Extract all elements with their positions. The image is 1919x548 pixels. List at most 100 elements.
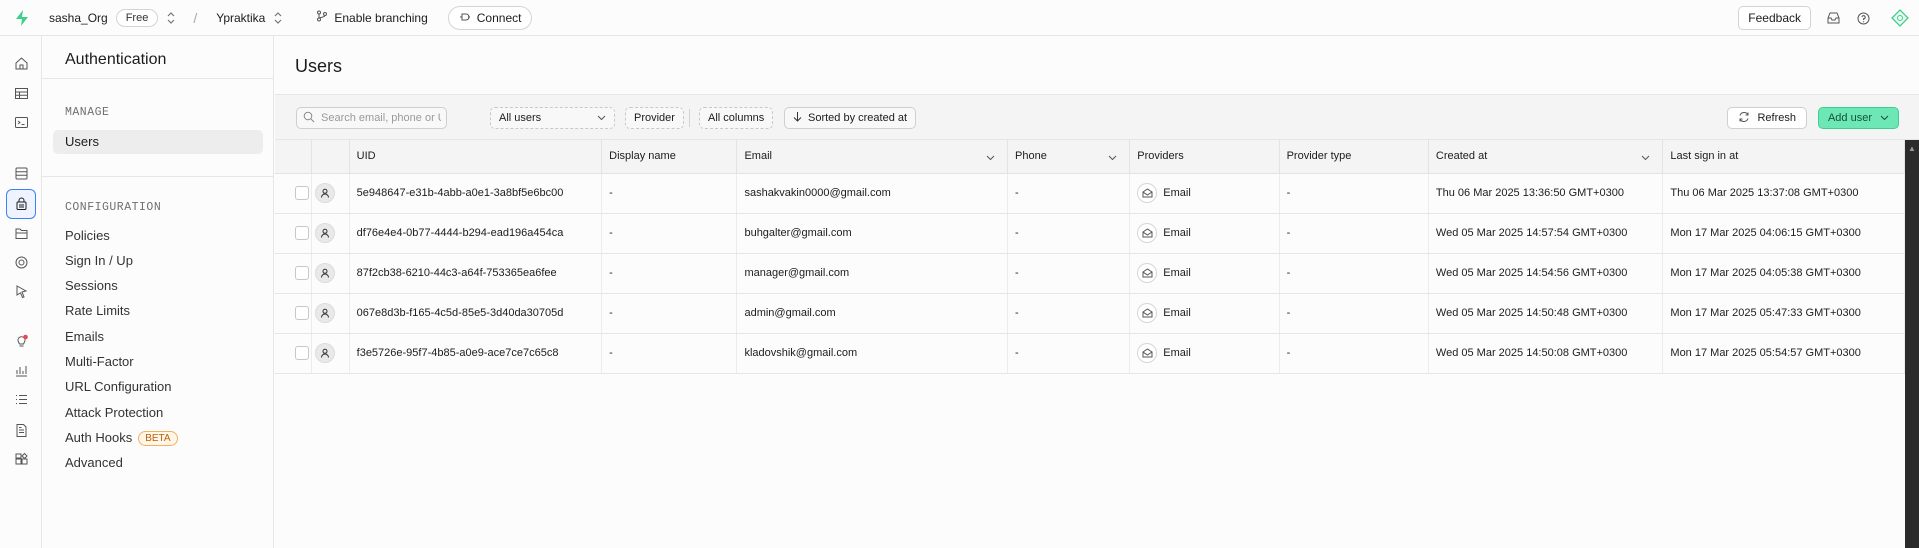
column-header-providers[interactable]: Providers <box>1129 140 1280 174</box>
storage-icon[interactable] <box>12 224 30 242</box>
advisors-icon[interactable] <box>12 332 30 350</box>
sidebar-item-sign-in-up[interactable]: Sign In / Up <box>65 253 133 268</box>
sort-button[interactable]: Sorted by created at <box>784 107 917 129</box>
user-avatar-icon <box>314 303 335 323</box>
phone-header-label: Phone <box>1015 150 1047 163</box>
beta-badge: BETA <box>138 431 178 446</box>
cell-uid[interactable]: df76e4e4-0b77-4444-b294-ead196a454ca <box>349 213 603 254</box>
user-avatar-icon[interactable] <box>1891 9 1909 27</box>
row-checkbox[interactable] <box>295 226 309 240</box>
page-title: Users <box>295 56 343 76</box>
cell-uid[interactable]: 87f2cb38-6210-44c3-a64f-753365ea6fee <box>349 253 603 294</box>
cell-email[interactable]: buhgalter@gmail.com <box>736 213 1009 254</box>
column-header-uid[interactable]: UID <box>349 140 603 174</box>
top-bar: sasha_Org Free / Ypraktika Enable branch… <box>0 0 1919 36</box>
supabase-logo-icon[interactable] <box>10 6 34 30</box>
edge-functions-icon[interactable] <box>12 282 30 300</box>
cell-email[interactable]: sashakvakin0000@gmail.com <box>736 173 1009 214</box>
api-docs-icon[interactable] <box>12 421 30 439</box>
cell-uid[interactable]: f3e5726e-95f7-4b85-a0e9-ace7ce7c65c8 <box>349 333 603 374</box>
row-checkbox[interactable] <box>295 306 309 320</box>
search-input[interactable] <box>321 112 441 124</box>
home-icon[interactable] <box>12 54 30 72</box>
cell-provider-type: - <box>1279 173 1429 214</box>
auth-side-panel: Authentication MANAGE Users CONFIGURATIO… <box>42 36 274 548</box>
sidebar-item-policies[interactable]: Policies <box>65 228 110 243</box>
column-header-phone[interactable]: Phone <box>1007 140 1131 174</box>
table-editor-icon[interactable] <box>12 84 30 102</box>
cell-email[interactable]: manager@gmail.com <box>736 253 1009 294</box>
row-checkbox[interactable] <box>295 266 309 280</box>
cell-phone: - <box>1007 213 1131 254</box>
logs-icon[interactable] <box>12 390 30 408</box>
sidebar-item-advanced[interactable]: Advanced <box>65 455 123 470</box>
refresh-button[interactable]: Refresh <box>1727 107 1807 129</box>
cell-providers: Email <box>1129 333 1280 374</box>
realtime-icon[interactable] <box>12 253 30 271</box>
sidebar-item-emails[interactable]: Emails <box>65 329 104 344</box>
feedback-button[interactable]: Feedback <box>1738 6 1811 30</box>
org-name[interactable]: sasha_Org <box>49 11 108 25</box>
cell-uid[interactable]: 067e8d3b-f165-4c5d-85e5-3d40da30705d <box>349 293 603 334</box>
sidebar-item-rate-limits[interactable]: Rate Limits <box>65 303 130 318</box>
project-name[interactable]: Ypraktika <box>216 11 265 25</box>
chevron-down-icon[interactable] <box>1641 152 1650 164</box>
cell-providers: Email <box>1129 293 1280 334</box>
table-row[interactable]: 067e8d3b-f165-4c5d-85e5-3d40da30705d - a… <box>275 293 1905 334</box>
table-row[interactable]: 5e948647-e31b-4abb-a0e1-3a8bf5e6bc00 - s… <box>275 173 1905 214</box>
columns-button[interactable]: All columns <box>699 107 774 129</box>
search-box[interactable] <box>296 107 447 129</box>
org-switcher-icon[interactable] <box>167 11 175 24</box>
table-row[interactable]: 87f2cb38-6210-44c3-a64f-753365ea6fee - m… <box>275 253 1905 294</box>
project-switcher-icon[interactable] <box>274 11 282 24</box>
cell-phone: - <box>1007 293 1131 334</box>
inbox-icon[interactable] <box>1825 10 1841 26</box>
cell-providers: Email <box>1129 213 1280 254</box>
row-select-cell <box>275 173 312 214</box>
users-table: UID Display name Email Phone Providers P… <box>275 140 1905 374</box>
scroll-up-icon[interactable]: ▲ <box>1908 144 1916 153</box>
database-icon[interactable] <box>12 164 30 182</box>
sidebar-item-url-configuration[interactable]: URL Configuration <box>65 379 171 394</box>
add-user-button[interactable]: Add user <box>1817 107 1899 129</box>
chevron-down-icon[interactable] <box>986 152 995 164</box>
cell-last-sign-in: Mon 17 Mar 2025 04:05:38 GMT+0300 <box>1662 253 1905 294</box>
integrations-icon[interactable] <box>12 450 30 468</box>
column-header-last-sign-in[interactable]: Last sign in at <box>1662 140 1905 174</box>
cell-email[interactable]: kladovshik@gmail.com <box>736 333 1009 374</box>
authentication-icon[interactable] <box>12 194 30 212</box>
enable-branching-button[interactable]: Enable branching <box>316 10 428 25</box>
row-checkbox[interactable] <box>295 346 309 360</box>
connect-button[interactable]: Connect <box>447 5 533 30</box>
column-header-provider-type[interactable]: Provider type <box>1279 140 1429 174</box>
chevron-down-icon[interactable] <box>1108 152 1117 164</box>
cell-providers: Email <box>1129 253 1280 294</box>
columns-label: All columns <box>708 112 765 124</box>
table-scrollbar[interactable]: ▲ <box>1905 140 1919 548</box>
sidebar-item-auth-hooks[interactable]: Auth Hooks BETA <box>65 430 178 446</box>
cell-uid[interactable]: 5e948647-e31b-4abb-a0e1-3a8bf5e6bc00 <box>349 173 603 214</box>
mail-icon <box>1137 223 1158 243</box>
help-icon[interactable] <box>1855 10 1871 26</box>
table-row[interactable]: df76e4e4-0b77-4444-b294-ead196a454ca - b… <box>275 213 1905 254</box>
toolbar-divider <box>689 109 690 127</box>
reports-icon[interactable] <box>12 361 30 379</box>
sql-editor-icon[interactable] <box>12 113 30 131</box>
created-at-header-label: Created at <box>1435 150 1488 163</box>
column-header-email[interactable]: Email <box>736 140 1009 174</box>
mail-icon <box>1137 263 1158 283</box>
cell-email[interactable]: admin@gmail.com <box>736 293 1009 334</box>
sidebar-item-multi-factor[interactable]: Multi-Factor <box>65 354 134 369</box>
sidebar-item-attack-protection[interactable]: Attack Protection <box>65 405 163 420</box>
cell-created-at: Wed 05 Mar 2025 14:54:56 GMT+0300 <box>1428 253 1664 294</box>
sidebar-item-users[interactable]: Users <box>65 134 99 149</box>
column-header-created-at[interactable]: Created at <box>1428 140 1664 174</box>
row-checkbox[interactable] <box>295 186 309 200</box>
sidebar-item-sessions[interactable]: Sessions <box>65 278 118 293</box>
arrow-down-icon <box>793 111 802 125</box>
user-filter-select[interactable]: All users <box>490 107 615 129</box>
provider-filter-button[interactable]: Provider <box>625 107 684 129</box>
table-row[interactable]: f3e5726e-95f7-4b85-a0e9-ace7ce7c65c8 - k… <box>275 333 1905 374</box>
cell-created-at: Wed 05 Mar 2025 14:57:54 GMT+0300 <box>1428 213 1664 254</box>
column-header-display-name[interactable]: Display name <box>601 140 738 174</box>
